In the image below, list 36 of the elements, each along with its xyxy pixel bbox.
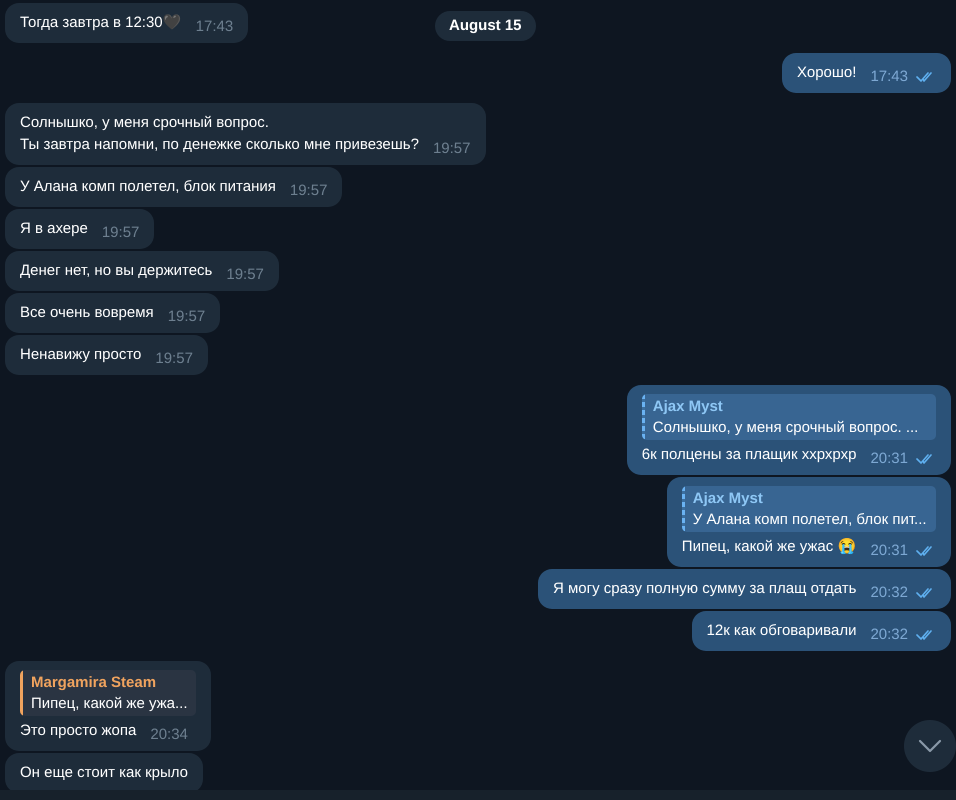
reply-text: Солнышко, у меня срочный вопрос. ... [652, 418, 918, 438]
reply-author: Ajax Myst [652, 397, 724, 417]
scroll-down-button[interactable] [904, 720, 956, 772]
message-time: 17:43 [196, 17, 234, 37]
reply-text: У Алана комп полетел, блок пит... [692, 510, 927, 530]
message-text: Тогда завтра в 12:30🖤 [20, 13, 182, 33]
reply-author: Margamira Steam [31, 673, 158, 693]
message-time: 19:57 [226, 265, 264, 285]
reply-text: Пипец, какой же ужа... [31, 694, 188, 714]
message-time: 20:32 [870, 583, 908, 603]
message-text: Он еще стоит как крыло [20, 763, 188, 783]
date-badge: August 15 [435, 11, 536, 41]
message-text: У Алана комп полетел, блок питания [20, 177, 276, 197]
message-text: Я могу сразу полную сумму за плащ отдать [552, 579, 856, 599]
message-time: 19:57 [432, 139, 470, 159]
message-time: 19:57 [168, 307, 206, 327]
message-text: Это просто жопа [20, 721, 136, 741]
message-text: Ненавижу просто [20, 345, 142, 365]
message-text: Все очень вовремя [20, 303, 154, 323]
message-time: 20:31 [870, 541, 908, 561]
message-text: 12к как обговаривали [706, 621, 856, 641]
message-text: Пипец, какой же ужас 😭 [682, 537, 856, 557]
message-time: 19:57 [155, 349, 193, 369]
message-time: 17:43 [870, 67, 908, 87]
chevron-down-icon [918, 739, 942, 753]
message-text: Денег нет, но вы держитесь [20, 261, 212, 281]
message-time: 19:57 [102, 223, 140, 243]
message-text: Хорошо! [797, 63, 856, 83]
message-time: 20:34 [150, 725, 188, 745]
message-time: 20:32 [870, 625, 908, 645]
reply-author: Ajax Myst [692, 489, 764, 509]
message-text: Солнышко, у меня срочный вопрос. Ты завтра напомни, по денежке сколько мне привезешь? [20, 113, 419, 155]
message-time: 20:31 [870, 449, 908, 469]
message-text: 6к полцены за плащик ххрхрхр [642, 445, 856, 465]
message-text: Я в ахере [20, 219, 88, 239]
message-time: 19:57 [290, 181, 328, 201]
